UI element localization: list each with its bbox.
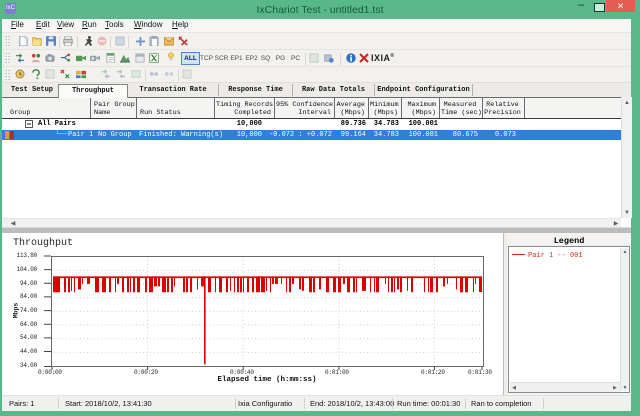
svg-text:Pair 1 -- 001: Pair 1 -- 001: [528, 252, 583, 259]
